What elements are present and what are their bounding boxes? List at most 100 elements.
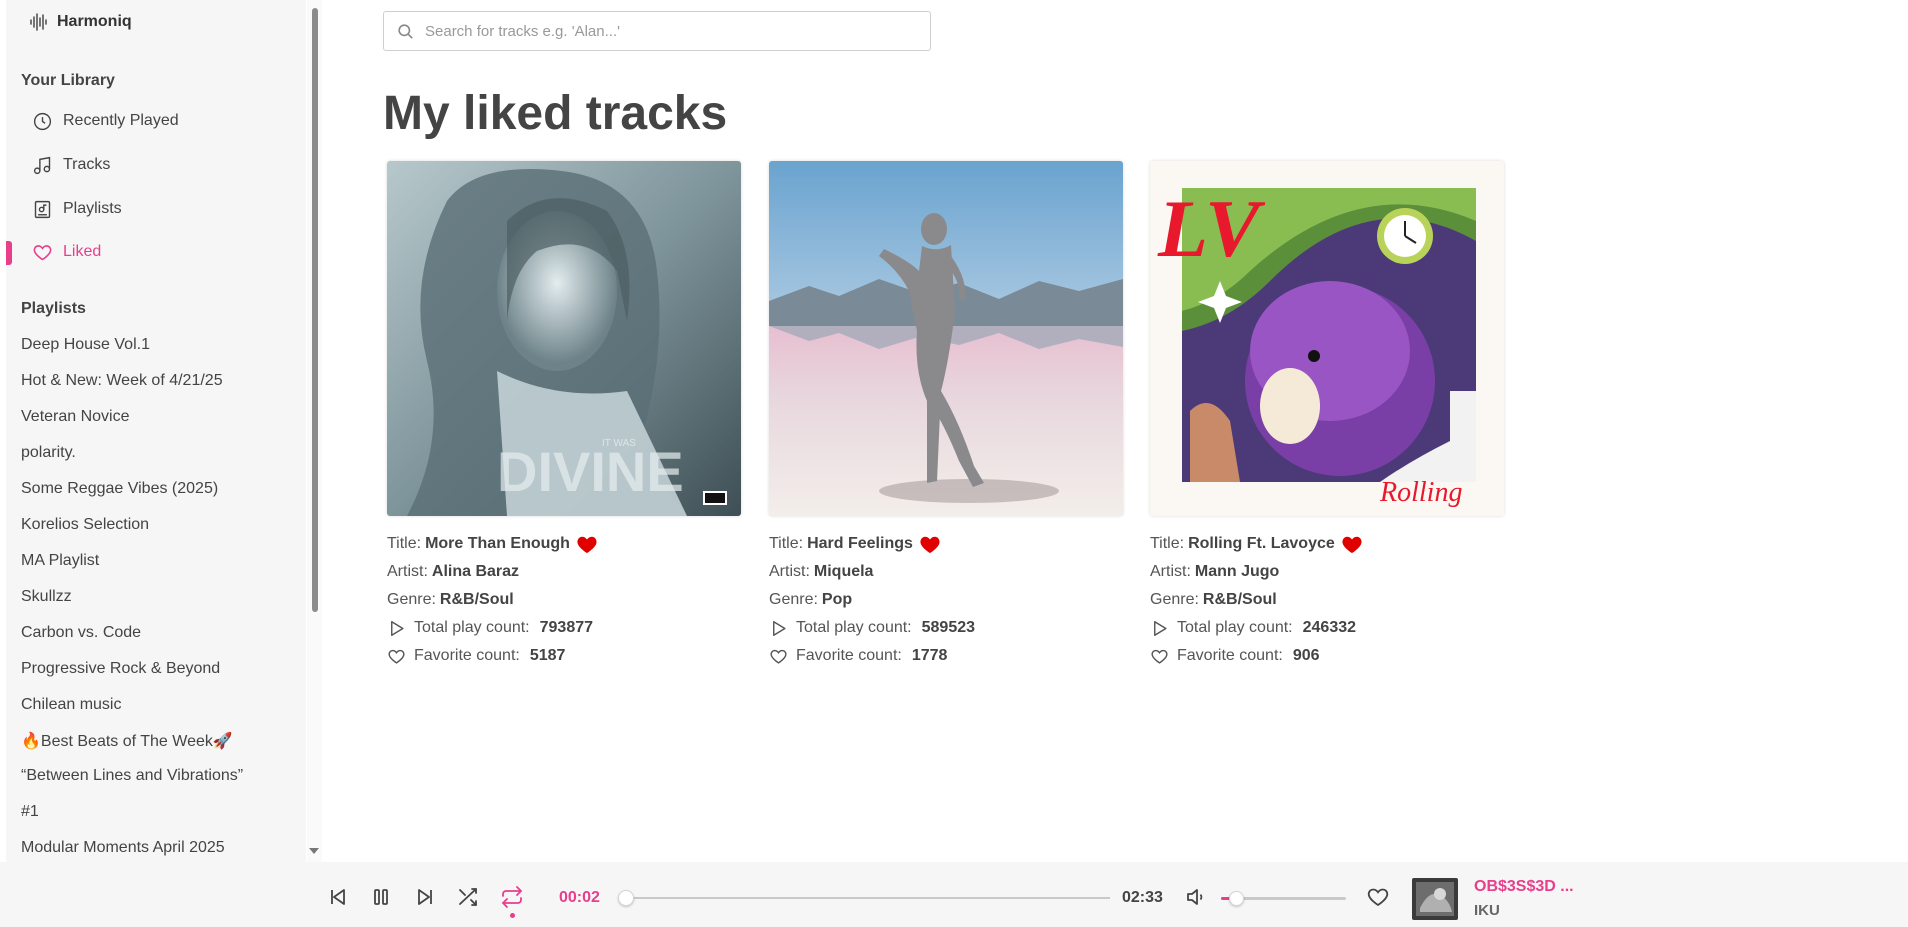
playlist-item[interactable]: “Between Lines and Vibrations” [21,767,243,785]
plays-label: Total play count: [414,619,530,636]
sidebar-item-tracks[interactable]: Tracks [32,150,110,180]
genre-row: Genre: Pop [769,586,1125,614]
play-icon [391,620,404,636]
shuffle-icon [459,888,477,906]
title-label: Title: [387,535,422,552]
total-time: 02:33 [1122,889,1163,906]
genre-label: Genre: [387,591,436,608]
playlist-item[interactable]: Modular Moments April 2025 [21,839,225,857]
title-row: Title: More Than Enough [387,530,743,558]
track-card[interactable]: LV Rolling Title: Rolling Ft. Lavoyce Ar… [1150,161,1506,670]
track-artist[interactable]: Miquela [814,563,874,581]
search-icon [398,23,413,39]
track-card[interactable]: Title: Hard Feelings Artist: Miquela Gen… [769,161,1125,670]
track-meta: Title: Hard Feelings Artist: Miquela Gen… [769,530,1125,670]
search-box[interactable] [383,11,931,51]
search-input[interactable] [425,22,905,40]
sidebar-item-playlists[interactable]: Playlists [32,194,122,224]
heart-outline-icon [1367,888,1389,907]
playlist-item[interactable]: 🔥Best Beats of The Week🚀 [21,731,233,751]
play-count: 589523 [921,619,976,636]
track-card[interactable]: DIVINE IT WAS Title: More Than Enough Ar… [387,161,743,670]
genre-row: Genre: R&B/Soul [1150,586,1506,614]
play-count: 246332 [1302,619,1357,636]
favorites-label: Favorite count: [796,647,902,664]
brand-logo[interactable]: Harmoniq [29,12,132,32]
playlist-item[interactable]: #1 [21,803,39,821]
repeat-button[interactable] [500,885,524,909]
pause-icon [374,889,388,905]
sidebar-item-label: Liked [63,243,102,260]
playlist-item[interactable]: Korelios Selection [21,516,149,534]
now-playing-art [1412,878,1458,920]
playlist-item[interactable]: Deep House Vol.1 [21,336,150,354]
favorites-row: Favorite count: 906 [1150,642,1506,670]
track-artist[interactable]: Alina Baraz [432,563,519,581]
page-title: My liked tracks [383,87,728,140]
liked-heart-icon[interactable] [919,534,941,554]
playlist-item[interactable]: Progressive Rock & Beyond [21,660,220,678]
title-label: Title: [769,535,804,552]
plays-label: Total play count: [796,619,912,636]
album-cover[interactable]: DIVINE IT WAS [387,161,741,516]
sidebar-item-recently-played[interactable]: Recently Played [32,106,179,136]
sidebar-item-label: Recently Played [63,112,179,129]
plays-row: Total play count: 793877 [387,614,743,642]
now-playing-artist[interactable]: IKU [1474,902,1500,919]
app-root: Harmoniq Your Library Recently Played Tr… [0,0,1908,927]
track-artist[interactable]: Mann Jugo [1195,563,1279,581]
progress-track[interactable] [620,897,1110,899]
artist-label: Artist: [1150,563,1191,580]
cover-small-text: IT WAS [602,438,636,449]
liked-heart-icon[interactable] [1341,534,1363,554]
current-time: 00:02 [559,889,600,906]
playlist-item[interactable]: Carbon vs. Code [21,624,141,642]
playlist-item[interactable]: Some Reggae Vibes (2025) [21,480,218,498]
favorites-label: Favorite count: [1177,647,1283,664]
library-title: Your Library [21,72,115,89]
playlist-item[interactable]: Chilean music [21,696,121,714]
play-icon [1154,620,1167,636]
track-genre: R&B/Soul [439,591,514,608]
heart-outline-icon [388,649,405,664]
album-art [769,161,1123,516]
title-row: Title: Rolling Ft. Lavoyce [1150,530,1506,558]
clock-icon [33,112,52,130]
now-playing-cover[interactable] [1412,878,1458,920]
repeat-icon [502,886,522,908]
active-indicator [6,241,12,265]
track-title[interactable]: Hard Feelings [807,535,913,553]
volume-handle[interactable] [1229,891,1244,906]
artist-label: Artist: [387,563,428,580]
like-button[interactable] [1366,885,1390,909]
playlist-item[interactable]: Veteran Novice [21,408,130,426]
waveform-icon [30,13,47,31]
cover-script: Rolling [1379,477,1462,508]
next-button[interactable] [413,885,437,909]
track-title[interactable]: More Than Enough [425,535,570,553]
now-playing-title[interactable]: OB$3S$3D ... [1474,878,1574,896]
sidebar-item-label: Playlists [63,200,122,217]
play-icon [773,620,786,636]
album-cover[interactable] [769,161,1123,516]
playlist-item[interactable]: MA Playlist [21,552,99,570]
sidebar-item-liked[interactable]: Liked [32,237,101,267]
track-title[interactable]: Rolling Ft. Lavoyce [1188,535,1335,553]
artist-row: Artist: Alina Baraz [387,558,743,586]
playlist-item[interactable]: Skullzz [21,588,72,606]
album-cover[interactable]: LV Rolling [1150,161,1504,516]
scroll-down-arrow-icon[interactable] [309,848,319,854]
volume-button[interactable] [1184,885,1208,909]
volume-icon [1187,889,1203,905]
plays-label: Total play count: [1177,619,1293,636]
sidebar-scrollbar-thumb[interactable] [312,8,318,612]
album-art: DIVINE IT WAS [387,161,741,516]
playlist-item[interactable]: Hot & New: Week of 4/21/25 [21,372,223,390]
previous-button[interactable] [326,885,350,909]
liked-heart-icon[interactable] [576,534,598,554]
pause-button[interactable] [369,885,393,909]
playlist-item[interactable]: polarity. [21,444,76,462]
shuffle-button[interactable] [456,885,480,909]
player-bar [0,862,1908,927]
track-genre: Pop [821,591,853,608]
